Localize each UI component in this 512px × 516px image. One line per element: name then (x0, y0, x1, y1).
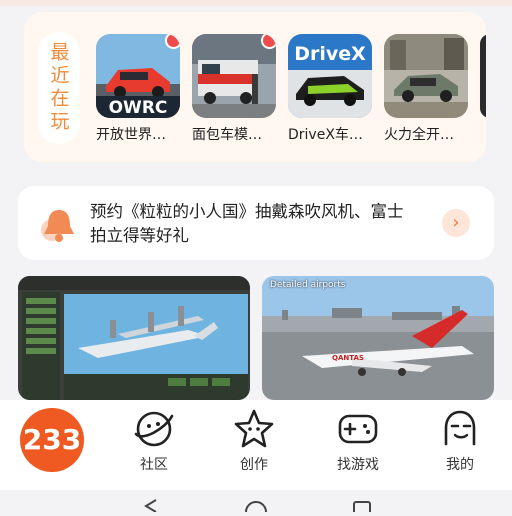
game-icon-drivex: DriveX (288, 34, 372, 118)
new-badge-dot (165, 34, 180, 49)
nav-label: 我的 (446, 457, 474, 473)
game-icon-van (192, 34, 276, 118)
owrc-logo-text: OWRC (109, 98, 168, 118)
new-badge-dot (261, 34, 276, 49)
recent-game-2[interactable]: 面包车模… (192, 34, 276, 144)
game-name: 火力全开… (384, 127, 454, 143)
drivex-logo-text: DriveX (294, 43, 366, 65)
game-name: 开放世界… (96, 127, 166, 143)
nav-item-find-games[interactable]: 找游戏 (322, 408, 394, 474)
recent-game-4[interactable]: 火力全开… (384, 34, 468, 144)
bell-icon (41, 210, 74, 242)
system-nav-bar (0, 490, 512, 516)
recent-games-card: 最近在玩 OWRC 开放世界… 面包车模… DriveX DriveX车… 火力… (24, 12, 486, 162)
nav-label: 创作 (240, 457, 268, 473)
game-icon-owrc: OWRC (96, 34, 180, 118)
star-face-icon (234, 409, 274, 448)
planet-face-icon (134, 411, 174, 447)
game-icon-firepower (384, 34, 468, 118)
partial-game-icon[interactable] (480, 34, 486, 118)
recent-game-3[interactable]: DriveX DriveX车… (288, 34, 372, 144)
recent-label[interactable]: 最近在玩 (38, 32, 80, 144)
game-name: DriveX车… (288, 127, 363, 143)
recent-game-1[interactable]: OWRC 开放世界… (96, 34, 180, 144)
gamepad-icon (338, 414, 378, 444)
top-strip (0, 0, 512, 6)
reservation-text: 预约《粒粒的小人国》抽戴森吹风机、富士拍立得等好礼 (90, 202, 404, 245)
airport-image: QANTAS (262, 276, 494, 400)
screenshot-caption: Detailed airports (270, 280, 346, 290)
nav-label: 社区 (140, 457, 168, 473)
logo-233-button[interactable]: 233 (20, 408, 84, 472)
recents-icon (353, 501, 371, 516)
chevron-right-icon[interactable]: › (442, 209, 470, 237)
nav-label: 找游戏 (337, 457, 379, 473)
nav-item-community[interactable]: 社区 (118, 408, 190, 474)
game-screenshot-1[interactable] (18, 276, 250, 400)
nav-item-mine[interactable]: 我的 (424, 408, 496, 474)
reservation-banner[interactable]: 预约《粒粒的小人国》抽戴森吹风机、富士拍立得等好礼 › (18, 186, 494, 260)
svg-text:QANTAS: QANTAS (332, 354, 364, 362)
game-screenshot-2[interactable]: QANTAS Detailed airports (262, 276, 494, 400)
person-face-icon (444, 410, 476, 446)
recent-label-text: 最近在玩 (47, 42, 70, 134)
game-name: 面包车模… (192, 127, 262, 143)
bottom-nav: 233 社区 创作 找游戏 我的 (0, 400, 512, 490)
nav-item-create[interactable]: 创作 (218, 408, 290, 474)
aircraft-builder-image (18, 276, 250, 400)
back-icon (144, 499, 157, 513)
home-icon (245, 501, 267, 516)
